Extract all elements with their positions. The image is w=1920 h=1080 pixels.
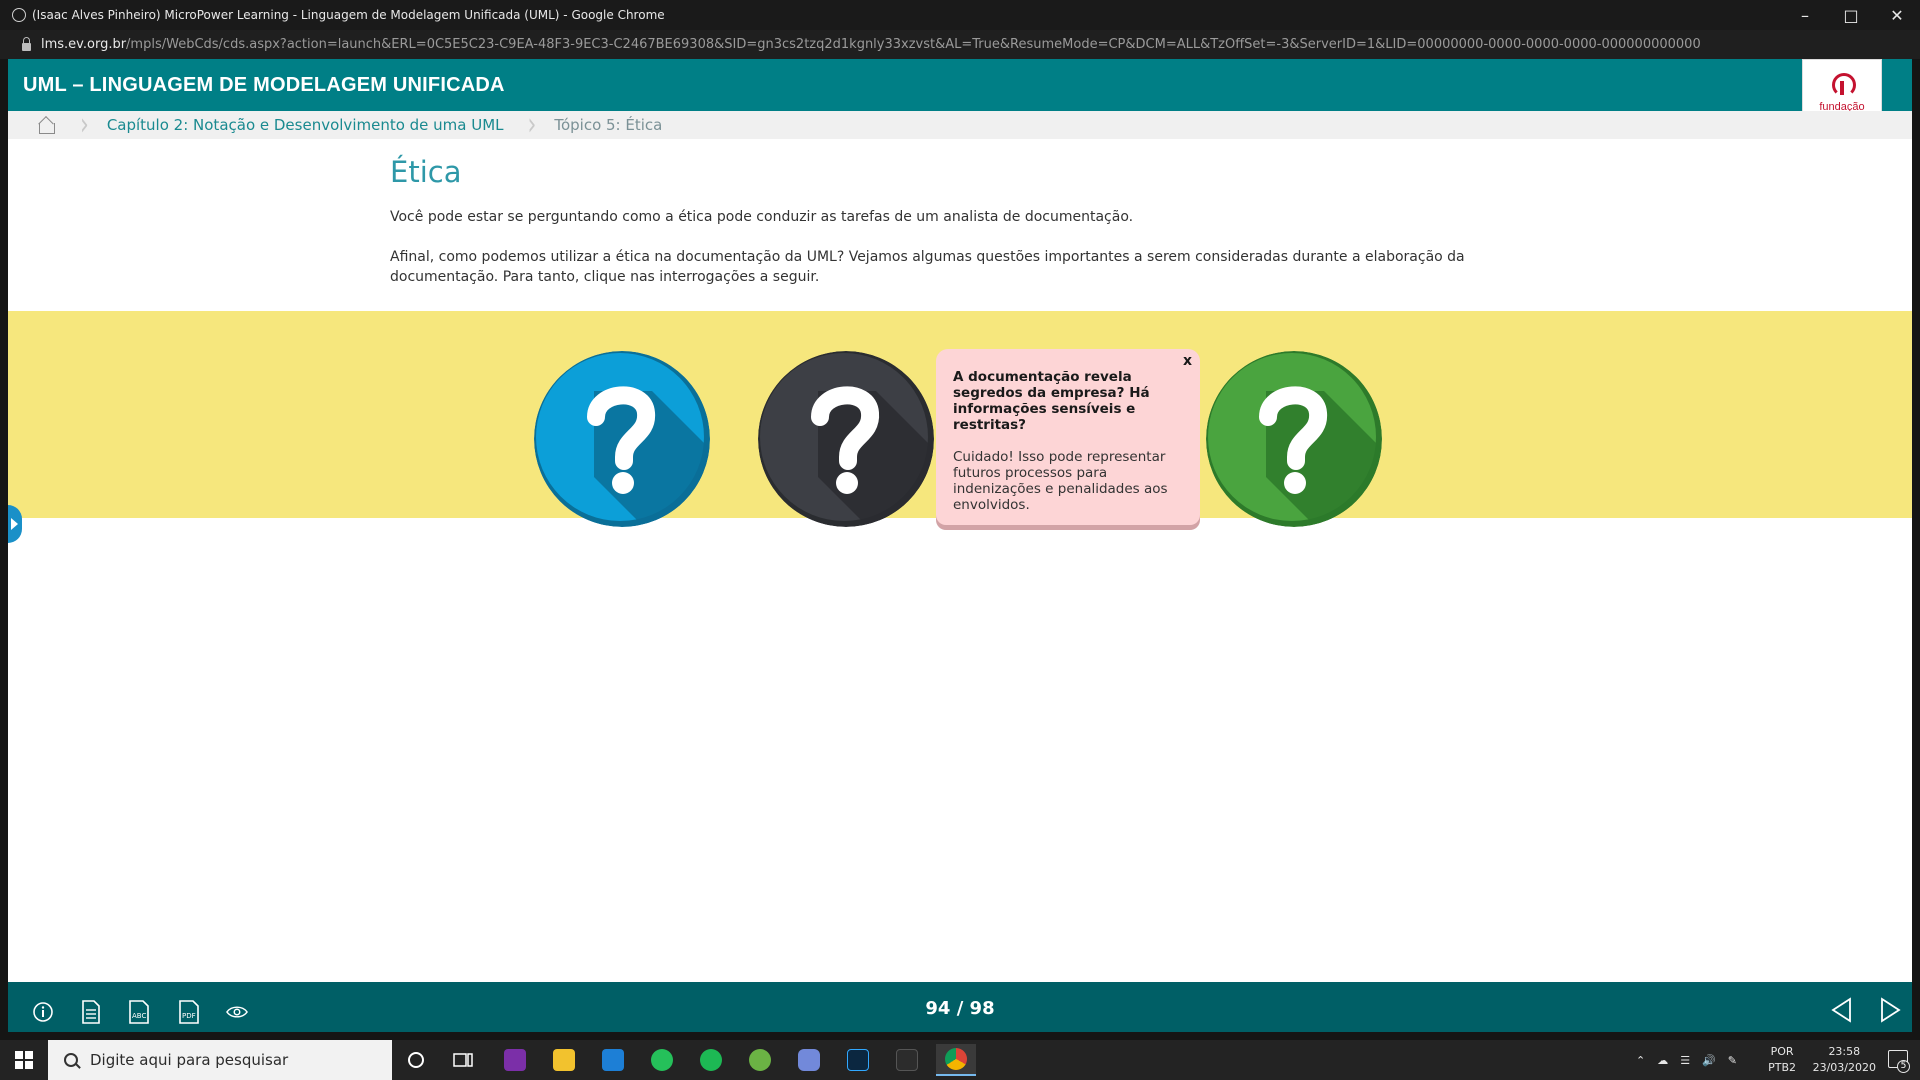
- notification-count: 5: [1897, 1060, 1910, 1073]
- window-right-edge: [1912, 59, 1920, 1039]
- page-viewport: UML – LINGUAGEM DE MODELAGEM UNIFICADA f…: [8, 59, 1912, 1039]
- course-footer-bar: ABC PDF 94 / 98: [8, 982, 1912, 1039]
- popup-title: A documentação revela segredos da empres…: [953, 369, 1150, 433]
- file-explorer-icon[interactable]: [544, 1044, 584, 1076]
- close-window-button[interactable]: ✕: [1874, 0, 1920, 30]
- pen-icon[interactable]: ✎: [1728, 1054, 1737, 1067]
- popup-body: Cuidado! Isso pode representar futuros p…: [953, 449, 1168, 513]
- next-page-icon[interactable]: [1876, 996, 1904, 1024]
- address-bar[interactable]: lms.ev.org.br /mpls/WebCds/cds.aspx?acti…: [0, 30, 1920, 59]
- search-icon: [64, 1053, 78, 1067]
- maximize-button[interactable]: □: [1828, 0, 1874, 30]
- breadcrumb-topic[interactable]: Tópico 5: Ética: [554, 116, 662, 134]
- show-hidden-icons-icon[interactable]: ⌃: [1636, 1054, 1645, 1067]
- lesson-content: Ética Você pode estar se perguntando com…: [390, 155, 1540, 307]
- network-icon[interactable]: ☰: [1680, 1054, 1690, 1067]
- breadcrumb-chapter[interactable]: Capítulo 2: Notação e Desenvolvimento de…: [107, 116, 504, 134]
- chrome-taskbar-icon[interactable]: [936, 1044, 976, 1076]
- onedrive-icon[interactable]: ☁: [1657, 1054, 1668, 1067]
- window-bottom-strip: [0, 1032, 1920, 1040]
- question-mark-icon: [758, 351, 934, 527]
- breadcrumb-separator-icon: ›: [527, 107, 537, 143]
- start-button[interactable]: [0, 1040, 48, 1080]
- system-tray[interactable]: ⌃ ☁ ☰ 🔊 ✎: [1636, 1040, 1737, 1080]
- lock-icon[interactable]: [22, 36, 31, 51]
- taskbar-clock[interactable]: 23:58 23/03/2020: [1813, 1044, 1876, 1076]
- intro-paragraph-1: Você pode estar se perguntando como a ét…: [390, 209, 1134, 225]
- question-popup: x A documentação revela segredos da empr…: [936, 349, 1200, 525]
- browser-title-bar: (Isaac Alves Pinheiro) MicroPower Learni…: [0, 0, 1920, 30]
- clock-time: 23:58: [1828, 1045, 1861, 1058]
- url-host: lms.ev.org.br: [41, 37, 127, 52]
- breadcrumb-separator-icon: ›: [80, 107, 89, 143]
- url-path: /mpls/WebCds/cds.aspx?action=launch&ERL=…: [126, 37, 1701, 52]
- app-icon[interactable]: [887, 1044, 927, 1076]
- whatsapp-icon[interactable]: [642, 1044, 682, 1076]
- windows-taskbar: Digite aqui para pesquisar ⌃ ☁ ☰ 🔊 ✎ POR…: [0, 1040, 1920, 1080]
- taskbar-search-placeholder: Digite aqui para pesquisar: [90, 1051, 289, 1069]
- discord-icon[interactable]: [789, 1044, 829, 1076]
- question-button-dark[interactable]: [758, 351, 934, 527]
- question-button-green[interactable]: [1206, 351, 1382, 527]
- mail-icon[interactable]: [593, 1044, 633, 1076]
- question-mark-icon: [1206, 351, 1382, 527]
- onenote-icon[interactable]: [495, 1044, 535, 1076]
- window-title: (Isaac Alves Pinheiro) MicroPower Learni…: [32, 8, 665, 22]
- page-title: Ética: [390, 155, 462, 189]
- language-code: POR: [1770, 1045, 1794, 1058]
- home-icon[interactable]: [36, 116, 56, 134]
- chrome-app-icon: [12, 8, 26, 22]
- question-button-blue[interactable]: [534, 351, 710, 527]
- volume-icon[interactable]: 🔊: [1702, 1054, 1716, 1067]
- intro-paragraph-2: Afinal, como podemos utilizar a ética na…: [390, 249, 1465, 285]
- input-language[interactable]: POR PTB2: [1768, 1044, 1796, 1076]
- utorrent-icon[interactable]: [740, 1044, 780, 1076]
- clock-date: 23/03/2020: [1812, 1061, 1876, 1074]
- question-mark-icon: [534, 351, 710, 527]
- previous-page-icon[interactable]: [1828, 996, 1856, 1024]
- course-header: UML – LINGUAGEM DE MODELAGEM UNIFICADA: [8, 59, 1912, 111]
- page-counter: 94 / 98: [925, 998, 995, 1019]
- popup-close-button[interactable]: x: [1183, 353, 1192, 369]
- course-title: UML – LINGUAGEM DE MODELAGEM UNIFICADA: [23, 74, 505, 96]
- bradesco-tree-icon: [1828, 73, 1856, 97]
- taskbar-search-box[interactable]: Digite aqui para pesquisar: [48, 1040, 392, 1080]
- breadcrumb: › Capítulo 2: Notação e Desenvolvimento …: [8, 108, 1912, 143]
- side-menu-toggle[interactable]: [8, 505, 22, 543]
- photoshop-icon[interactable]: [838, 1044, 878, 1076]
- task-view-icon[interactable]: [443, 1044, 483, 1076]
- minimize-button[interactable]: –: [1782, 0, 1828, 30]
- cortana-icon[interactable]: [396, 1044, 436, 1076]
- window-left-edge: [0, 59, 8, 1039]
- keyboard-layout: PTB2: [1768, 1061, 1796, 1074]
- spotify-icon[interactable]: [691, 1044, 731, 1076]
